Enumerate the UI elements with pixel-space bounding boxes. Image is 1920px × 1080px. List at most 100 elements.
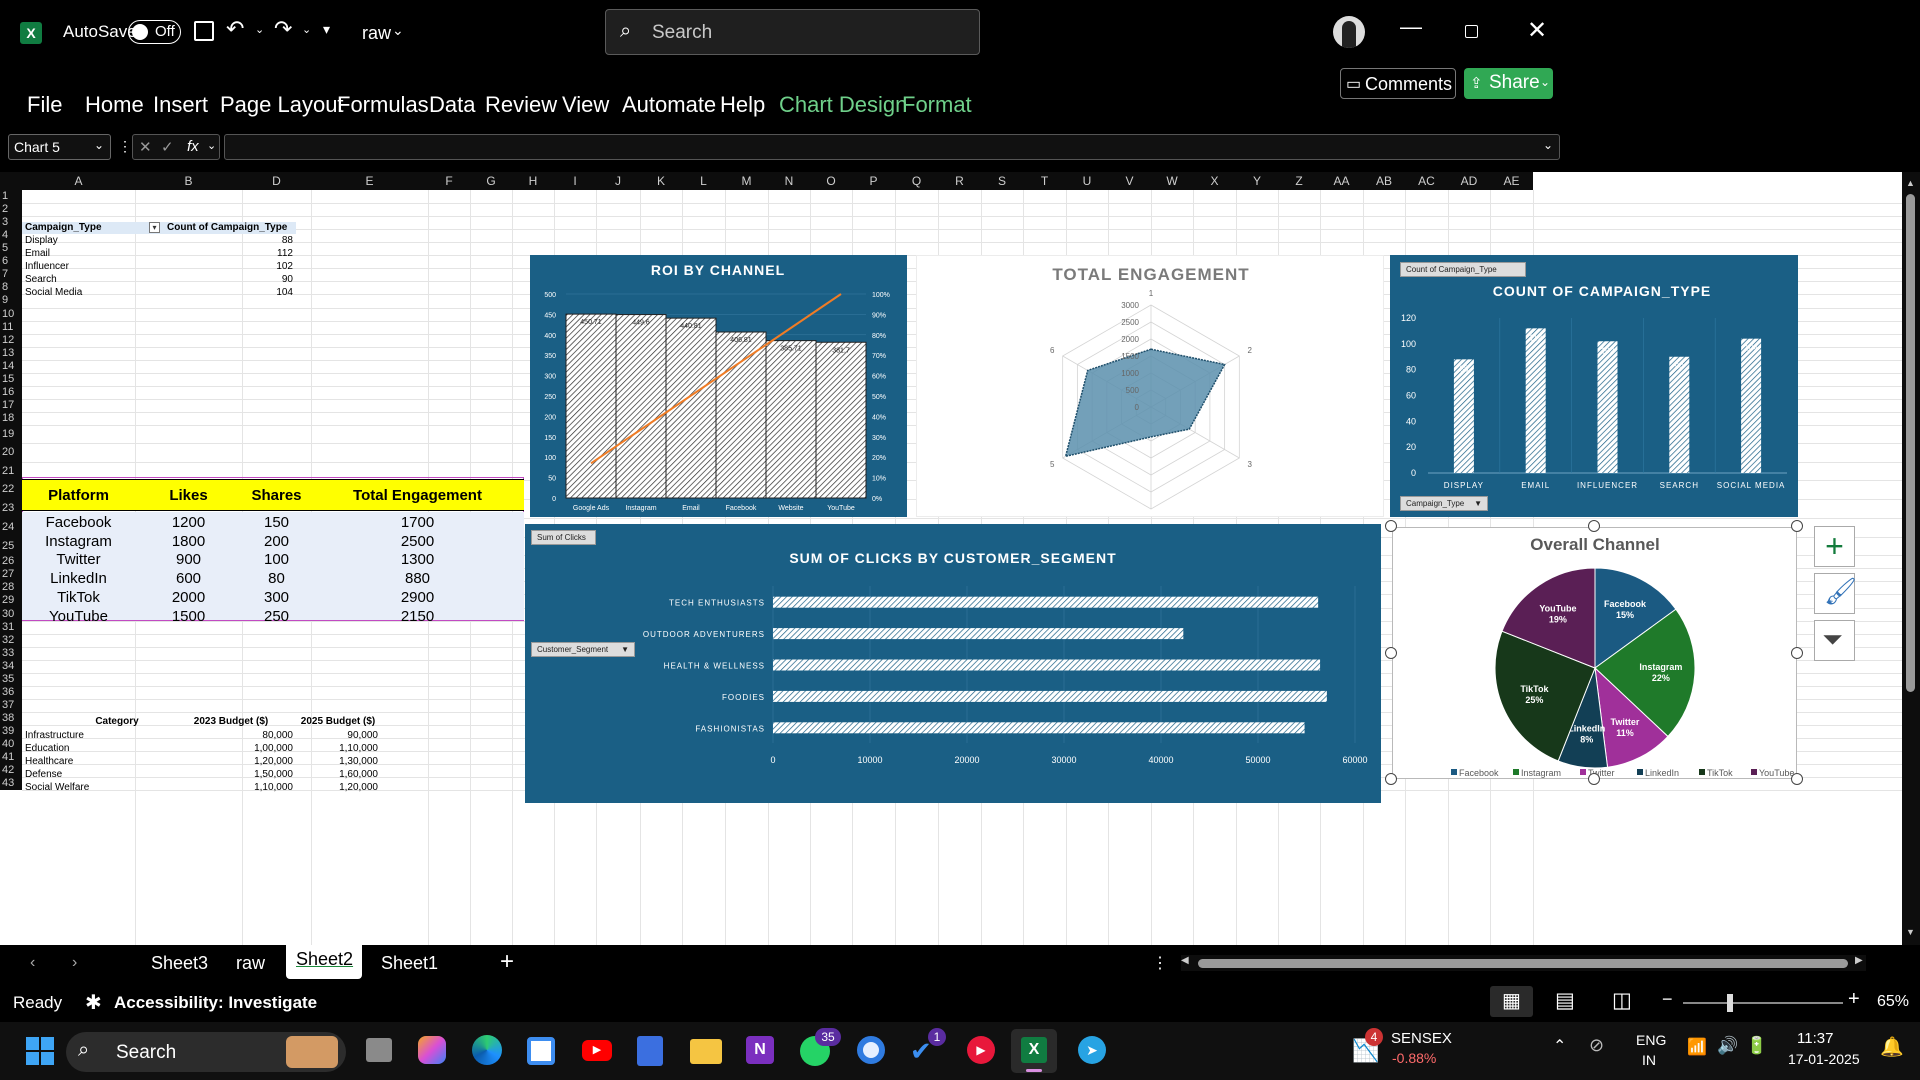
column-header[interactable]: Z — [1278, 172, 1320, 190]
row-header[interactable]: 1 — [0, 190, 22, 204]
tab-formulas[interactable]: Formulas — [337, 92, 429, 118]
column-header[interactable]: J — [596, 172, 640, 190]
resize-handle[interactable] — [1385, 646, 1397, 659]
customize-toolbar-icon[interactable]: ▾ — [323, 21, 330, 38]
platform-value[interactable]: 880 — [311, 570, 524, 587]
clicks-bar[interactable] — [773, 659, 1321, 671]
row-header[interactable]: 24 — [0, 517, 22, 537]
column-header[interactable]: B — [135, 172, 242, 190]
row-header[interactable]: 3 — [0, 216, 22, 230]
pivot-value[interactable]: 112 — [240, 248, 293, 259]
row-header[interactable]: 14 — [0, 359, 22, 373]
row-header[interactable]: 15 — [0, 372, 22, 386]
zoom-in-icon[interactable]: + — [1848, 988, 1860, 1011]
roi-bar[interactable] — [565, 313, 617, 499]
budget-2025[interactable]: 1,20,000 — [300, 782, 378, 793]
page-break-view-icon[interactable]: ◫ — [1612, 988, 1632, 1013]
filename[interactable]: raw — [362, 23, 391, 44]
platform-value[interactable]: 1300 — [311, 551, 524, 568]
row-header[interactable]: 6 — [0, 255, 22, 269]
scroll-right-icon[interactable]: ▶ — [1855, 955, 1863, 966]
chart-styles-button[interactable]: 🖌 — [1814, 573, 1857, 614]
row-header[interactable]: 17 — [0, 398, 22, 412]
column-header[interactable]: F — [428, 172, 470, 190]
lang-eng[interactable]: ENG — [1636, 1032, 1666, 1048]
row-header[interactable]: 10 — [0, 307, 22, 321]
platform-value[interactable]: 2150 — [311, 608, 524, 625]
platform-name[interactable]: Facebook — [22, 514, 135, 531]
row-header[interactable]: 35 — [0, 672, 22, 686]
row-header[interactable]: 4 — [0, 229, 22, 243]
vertical-scrollbar[interactable]: ▲ ▼ — [1902, 172, 1920, 945]
budget-2025[interactable]: 1,30,000 — [300, 756, 378, 767]
budget-2025[interactable]: 1,60,000 — [300, 769, 378, 780]
row-header[interactable]: 38 — [0, 712, 22, 726]
budget-2023[interactable]: 1,10,000 — [200, 782, 293, 793]
platform-value[interactable]: 200 — [242, 533, 311, 550]
row-header[interactable]: 25 — [0, 536, 22, 556]
row-header[interactable]: 20 — [0, 443, 22, 462]
name-box[interactable]: Chart 5 ⌄ — [8, 134, 111, 160]
pivot-value[interactable]: 90 — [240, 274, 293, 285]
pivot-value[interactable]: 102 — [240, 261, 293, 272]
prev-sheet-icon[interactable]: ‹ — [30, 954, 35, 972]
row-header[interactable]: 39 — [0, 725, 22, 739]
pivot-value[interactable]: 88 — [240, 235, 293, 246]
column-header[interactable]: AA — [1320, 172, 1363, 190]
column-header[interactable]: P — [852, 172, 895, 190]
docs-icon[interactable] — [637, 1036, 663, 1066]
pivot-label[interactable]: Search — [25, 274, 57, 285]
legend-entry[interactable]: LinkedIn — [1645, 768, 1679, 778]
tray-network-off-icon[interactable]: ⊘ — [1589, 1035, 1604, 1056]
row-header[interactable]: 36 — [0, 685, 22, 699]
formula-input[interactable]: ⌄ — [224, 134, 1560, 160]
column-header[interactable]: T — [1023, 172, 1066, 190]
campaign-bar[interactable] — [1525, 328, 1546, 473]
redo-dropdown-icon[interactable]: ⌄ — [302, 23, 311, 36]
pivot-label[interactable]: Influencer — [25, 261, 69, 272]
share-button[interactable]: ⇪ Share ⌄ — [1464, 68, 1553, 99]
clicks-bar[interactable] — [773, 690, 1327, 702]
overall-channel-chart[interactable]: Overall Channel Facebook 15% Instagram 22% Tw… — [1392, 527, 1797, 779]
row-header[interactable]: 37 — [0, 698, 22, 712]
row-header[interactable]: 7 — [0, 268, 22, 282]
row-header[interactable]: 23 — [0, 499, 22, 518]
column-header[interactable]: AC — [1405, 172, 1448, 190]
platform-value[interactable]: 100 — [242, 551, 311, 568]
telegram-icon[interactable]: ➤ — [1078, 1036, 1106, 1064]
engagement-chart[interactable]: TOTAL ENGAGEMENT 1 2 3 4 5 6 0 500 1000 1500 2000 25… — [916, 255, 1384, 526]
row-header[interactable]: 27 — [0, 568, 22, 582]
store-icon[interactable] — [527, 1037, 555, 1065]
platform-header-cell[interactable]: Shares — [242, 487, 311, 504]
budget-2023[interactable]: 1,50,000 — [200, 769, 293, 780]
column-header[interactable]: D — [242, 172, 311, 190]
column-header[interactable]: U — [1066, 172, 1108, 190]
legend-entry[interactable]: TikTok — [1707, 768, 1733, 778]
campaign-bar[interactable] — [1453, 359, 1474, 473]
column-header[interactable]: S — [981, 172, 1023, 190]
platform-name[interactable]: TikTok — [22, 589, 135, 606]
row-header[interactable]: 33 — [0, 646, 22, 660]
scroll-down-icon[interactable]: ▼ — [1906, 927, 1915, 937]
budget-2025[interactable]: 90,000 — [300, 730, 378, 741]
cancel-icon[interactable]: ✕ — [139, 138, 152, 156]
clicks-bar[interactable] — [773, 722, 1305, 734]
column-header[interactable]: E — [311, 172, 428, 190]
onenote-icon[interactable]: N — [746, 1036, 774, 1064]
platform-value[interactable]: 600 — [135, 570, 242, 587]
pivot-label[interactable]: Email — [25, 248, 50, 259]
tab-format[interactable]: Format — [902, 92, 972, 118]
row-header[interactable]: 32 — [0, 633, 22, 647]
legend-entry[interactable]: Instagram — [1521, 768, 1561, 778]
radar-series[interactable] — [1064, 348, 1226, 458]
resize-handle[interactable] — [1791, 773, 1803, 785]
platform-value[interactable]: 250 — [242, 608, 311, 625]
budget-category[interactable]: Infrastructure — [25, 730, 84, 741]
campaign-bar[interactable] — [1597, 341, 1618, 473]
column-header[interactable]: I — [554, 172, 596, 190]
row-header[interactable]: 22 — [0, 480, 22, 500]
column-header[interactable]: AE — [1490, 172, 1533, 190]
platform-value[interactable]: 900 — [135, 551, 242, 568]
volume-icon[interactable]: 🔊 — [1717, 1036, 1738, 1056]
platform-header-cell[interactable]: Platform — [22, 487, 135, 504]
